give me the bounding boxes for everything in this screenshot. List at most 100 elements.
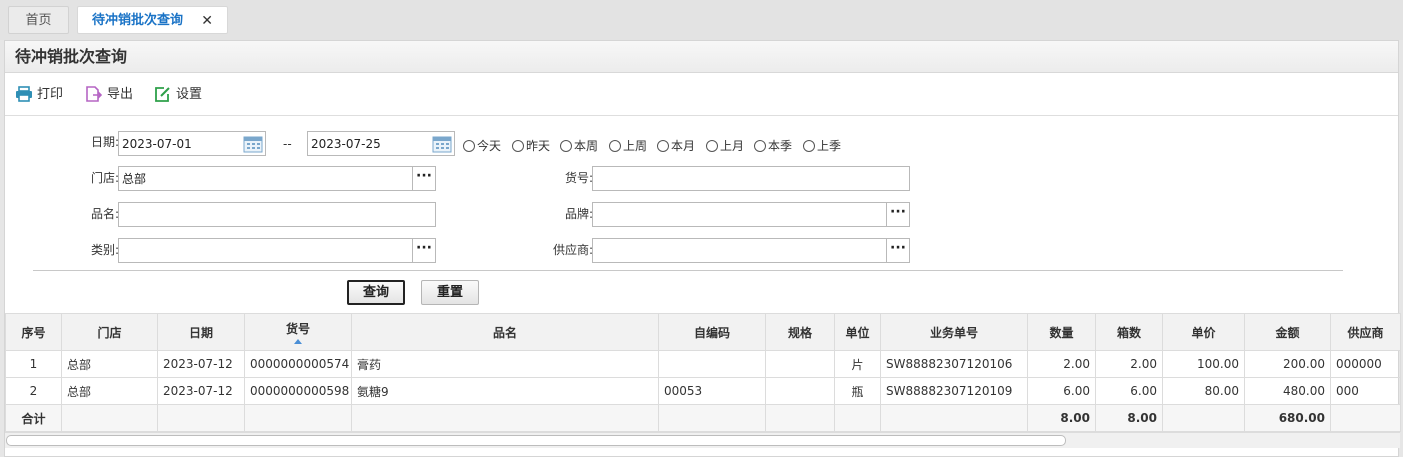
supplier-label: 供应商:: [552, 243, 593, 257]
col-header[interactable]: 日期: [157, 313, 245, 351]
cell: 8.00: [1027, 404, 1096, 432]
brand-label: 品牌:: [564, 207, 593, 221]
name-label: 品名:: [90, 207, 119, 221]
brand-input[interactable]: [596, 203, 909, 226]
col-header-sorted[interactable]: 货号: [244, 313, 352, 351]
col-header[interactable]: 单位: [834, 313, 881, 351]
store-picker-button[interactable]: ···: [412, 167, 435, 190]
col-header[interactable]: 供应商: [1330, 313, 1401, 351]
cell: 总部: [61, 377, 158, 405]
cell: 总部: [61, 350, 158, 378]
col-header[interactable]: 箱数: [1095, 313, 1163, 351]
edit-icon: [155, 87, 170, 102]
store-label: 门店:: [90, 171, 119, 185]
cell: 1: [5, 350, 62, 378]
brand-field[interactable]: ···: [592, 202, 910, 227]
horizontal-scrollbar[interactable]: [5, 432, 1400, 448]
date-to-field[interactable]: [307, 131, 455, 156]
print-button[interactable]: 打印: [15, 85, 63, 105]
tab-label: 待冲销批次查询: [92, 13, 184, 28]
radio-icon: [560, 140, 572, 152]
category-field[interactable]: ···: [118, 238, 436, 263]
cell: 6.00: [1027, 377, 1096, 405]
col-header[interactable]: 品名: [351, 313, 659, 351]
col-header[interactable]: 业务单号: [880, 313, 1028, 351]
calendar-icon[interactable]: [432, 134, 452, 153]
col-header[interactable]: 序号: [5, 313, 62, 351]
results-table: 序号 门店 日期 货号 品名 自编码 规格 单位 业务单号 数量 箱数 单价 金…: [5, 313, 1401, 432]
category-picker-button[interactable]: ···: [412, 239, 435, 262]
toolbar: 打印 导出 设置: [5, 74, 1398, 116]
col-header-label: 货号: [285, 322, 310, 336]
cell: 瓶: [834, 377, 881, 405]
item-no-label: 货号:: [564, 171, 593, 185]
table-row[interactable]: 1 总部 2023-07-12 0000000000574 膏药 片 SW888…: [5, 350, 1401, 378]
quick-date-last-month[interactable]: 上月: [706, 138, 744, 154]
calendar-icon[interactable]: [243, 134, 263, 153]
cell: 2.00: [1027, 350, 1096, 378]
supplier-picker-button[interactable]: ···: [886, 239, 909, 262]
store-field[interactable]: ···: [118, 166, 436, 191]
name-input[interactable]: [122, 203, 435, 226]
category-label: 类别:: [90, 243, 119, 257]
category-input[interactable]: [122, 239, 435, 262]
cell: [61, 404, 158, 432]
quick-date-this-week[interactable]: 本周: [560, 138, 598, 154]
quick-date-last-quarter[interactable]: 上季: [803, 138, 841, 154]
quick-date-today[interactable]: 今天: [463, 138, 501, 154]
cell: [351, 404, 659, 432]
name-field[interactable]: [118, 202, 436, 227]
quick-date-last-week[interactable]: 上周: [609, 138, 647, 154]
cell: [1162, 404, 1245, 432]
cell: [765, 404, 835, 432]
cell: [157, 404, 245, 432]
close-icon[interactable]: ✕: [201, 7, 213, 35]
cell: 2023-07-12: [157, 350, 245, 378]
col-header[interactable]: 门店: [61, 313, 158, 351]
cell: 8.00: [1095, 404, 1163, 432]
item-no-field[interactable]: [592, 166, 910, 191]
radio-label: 本月: [671, 139, 696, 153]
cell: 6.00: [1095, 377, 1163, 405]
export-button[interactable]: 导出: [85, 85, 133, 105]
radio-label: 本周: [574, 139, 599, 153]
quick-date-this-month[interactable]: 本月: [657, 138, 695, 154]
tab-home[interactable]: 首页: [8, 6, 69, 34]
quick-date-yesterday[interactable]: 昨天: [512, 138, 550, 154]
col-header[interactable]: 数量: [1027, 313, 1096, 351]
date-from-field[interactable]: [118, 131, 266, 156]
cell: 膏药: [351, 350, 659, 378]
col-header[interactable]: 规格: [765, 313, 835, 351]
cell: 0000000000574: [244, 350, 352, 378]
sort-up-icon: [294, 339, 302, 344]
query-button[interactable]: 查询: [347, 280, 405, 305]
quick-date-this-quarter[interactable]: 本季: [754, 138, 792, 154]
cell: 000000: [1330, 350, 1401, 378]
table-row[interactable]: 2 总部 2023-07-12 0000000000598 氨糖9 00053 …: [5, 377, 1401, 405]
store-input[interactable]: [122, 167, 435, 190]
main-panel: 待冲销批次查询 打印 导出 设置 日期: 2023-07-01 -- 2023-…: [4, 40, 1401, 457]
cell: 片: [834, 350, 881, 378]
reset-button[interactable]: 重置: [421, 280, 479, 305]
col-header[interactable]: 单价: [1162, 313, 1245, 351]
item-no-input[interactable]: [596, 167, 909, 190]
col-header[interactable]: 金额: [1244, 313, 1331, 351]
cell: 合计: [5, 404, 62, 432]
radio-label: 上周: [623, 139, 648, 153]
scrollbar-thumb[interactable]: [6, 435, 1066, 446]
export-icon: [86, 86, 103, 102]
tab-pending-batch-query[interactable]: 待冲销批次查询 ✕: [77, 6, 228, 34]
radio-icon: [609, 140, 621, 152]
cell: 氨糖9: [351, 377, 659, 405]
cell: 000: [1330, 377, 1401, 405]
col-header[interactable]: 自编码: [658, 313, 766, 351]
cell: 480.00: [1244, 377, 1331, 405]
cell: SW88882307120109: [880, 377, 1028, 405]
cell: 00053: [658, 377, 766, 405]
cell: [658, 404, 766, 432]
supplier-field[interactable]: ···: [592, 238, 910, 263]
brand-picker-button[interactable]: ···: [886, 203, 909, 226]
printer-icon: [16, 86, 32, 102]
settings-button[interactable]: 设置: [154, 85, 202, 105]
supplier-input[interactable]: [596, 239, 909, 262]
